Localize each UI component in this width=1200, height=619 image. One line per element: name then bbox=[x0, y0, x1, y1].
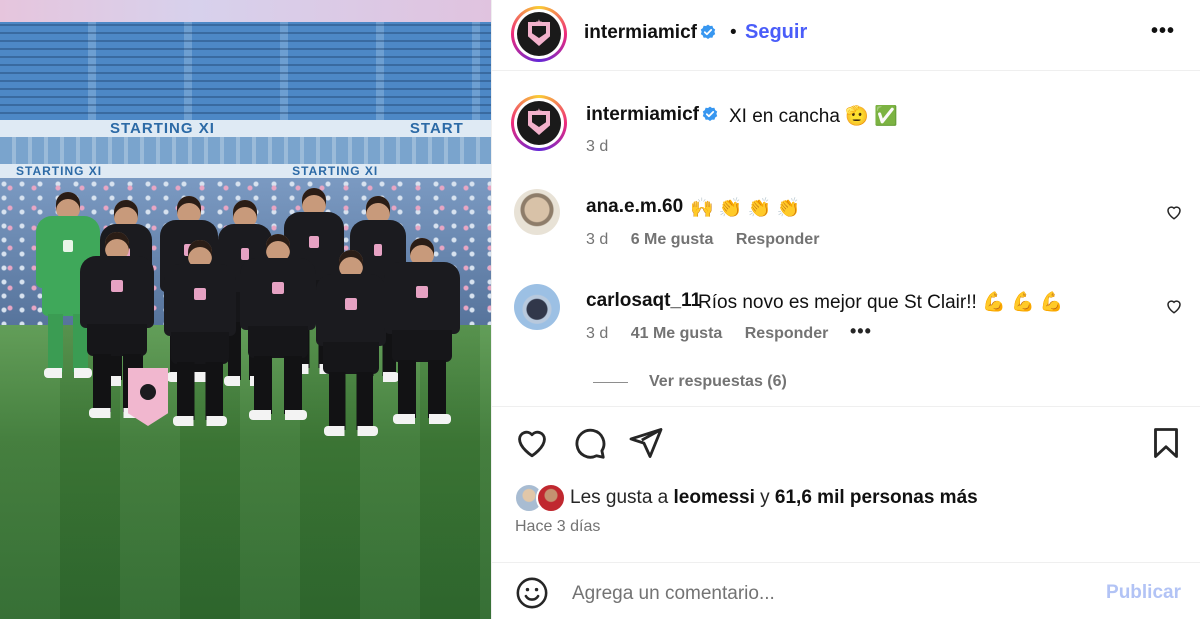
club-logo-icon: ★ bbox=[517, 101, 561, 145]
actions-divider bbox=[492, 406, 1200, 407]
comment-time[interactable]: 3 d bbox=[586, 231, 608, 248]
avatar[interactable] bbox=[514, 189, 560, 235]
like-comment-heart-icon[interactable] bbox=[1165, 203, 1183, 221]
comment-username[interactable]: carlosaqt_11 bbox=[586, 290, 701, 312]
emoji-icon[interactable] bbox=[515, 576, 549, 610]
header-username[interactable]: intermiamicf bbox=[584, 22, 716, 44]
comment-likes[interactable]: 41 Me gusta bbox=[631, 325, 723, 342]
liker-avatars[interactable] bbox=[514, 483, 572, 513]
post-image[interactable]: STARTING XI START STARTING XI STARTING XI bbox=[0, 0, 491, 619]
comment-icon[interactable] bbox=[571, 425, 607, 461]
comment-time[interactable]: 3 d bbox=[586, 325, 608, 342]
team-player bbox=[164, 240, 236, 456]
more-options-icon[interactable]: ••• bbox=[1151, 20, 1175, 43]
separator-dot: • bbox=[730, 22, 737, 43]
comment-username[interactable]: ana.e.m.60 bbox=[586, 196, 683, 218]
comment-options-icon[interactable]: ••• bbox=[850, 321, 872, 342]
like-comment-heart-icon[interactable] bbox=[1165, 297, 1183, 315]
team-player bbox=[384, 238, 460, 456]
avatar[interactable]: ★ bbox=[511, 95, 567, 151]
reply-button[interactable]: Responder bbox=[736, 231, 820, 248]
comment-meta: 3 d 6 Me gusta Responder bbox=[586, 231, 819, 249]
comment-likes[interactable]: 6 Me gusta bbox=[631, 231, 714, 248]
post-side-panel: ★ intermiamicf • Seguir ••• ★ intermiami… bbox=[491, 0, 1200, 619]
team-player bbox=[316, 250, 386, 456]
heart-icon[interactable] bbox=[514, 425, 550, 461]
follow-button[interactable]: Seguir bbox=[745, 21, 807, 44]
starting-xi-banner: STARTING XI START bbox=[0, 120, 491, 137]
avatar[interactable]: ★ bbox=[511, 6, 567, 62]
comment-input[interactable] bbox=[572, 580, 1082, 608]
stadium-lower-stand bbox=[0, 137, 491, 165]
likes-summary[interactable]: Les gusta a leomessi y 61,6 mil personas… bbox=[570, 487, 978, 509]
club-logo-icon: ★ bbox=[517, 12, 561, 56]
stadium-upper-stand bbox=[0, 22, 491, 122]
verified-icon bbox=[702, 106, 718, 121]
caption-username[interactable]: intermiamicf bbox=[586, 104, 718, 126]
team-player bbox=[240, 234, 316, 456]
comment-meta: 3 d 41 Me gusta Responder bbox=[586, 325, 828, 343]
comment-text: 🙌 👏 👏 👏 bbox=[690, 198, 801, 219]
comment-text: Ríos novo es mejor que St Clair!! 💪 💪 💪 bbox=[698, 292, 1064, 313]
stadium-roof bbox=[0, 0, 491, 22]
verified-icon bbox=[700, 24, 716, 39]
post-header: ★ intermiamicf • Seguir ••• bbox=[492, 0, 1200, 71]
bookmark-icon[interactable] bbox=[1148, 425, 1184, 461]
comment-divider bbox=[492, 562, 1200, 563]
view-replies-button[interactable]: Ver respuestas (6) bbox=[649, 373, 787, 391]
starting-xi-ribbon: STARTING XI STARTING XI bbox=[0, 164, 491, 178]
reply-button[interactable]: Responder bbox=[745, 325, 829, 342]
replies-divider bbox=[593, 382, 628, 383]
share-icon[interactable] bbox=[628, 425, 664, 461]
avatar[interactable] bbox=[514, 284, 560, 330]
publish-button[interactable]: Publicar bbox=[1106, 582, 1181, 604]
caption-text: XI en cancha 🫡 ✅ bbox=[729, 106, 898, 127]
post-date[interactable]: Hace 3 días bbox=[515, 518, 600, 536]
caption-time[interactable]: 3 d bbox=[586, 138, 608, 156]
